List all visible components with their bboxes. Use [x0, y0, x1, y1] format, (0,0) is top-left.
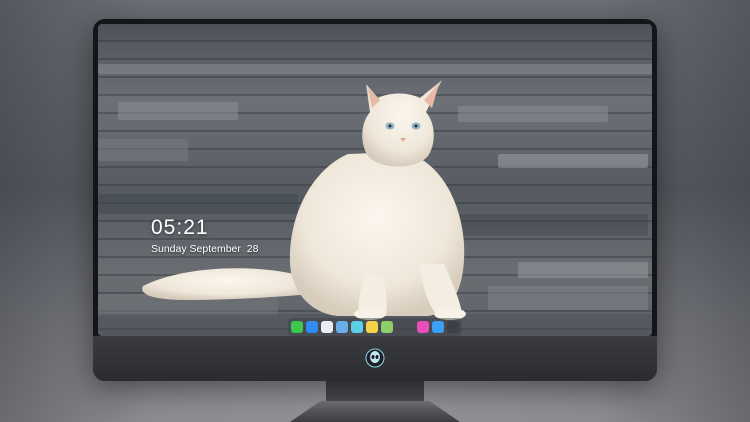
app-store-icon[interactable] — [432, 321, 444, 333]
music-icon[interactable] — [417, 321, 429, 333]
photos-icon[interactable] — [381, 321, 393, 333]
monitor: 05:21 Sunday September 28 — [93, 19, 657, 381]
clapper-icon[interactable] — [351, 321, 363, 333]
dock — [288, 318, 462, 336]
lock-screen-time: 05:21 — [151, 216, 209, 239]
monitor-chin — [93, 336, 657, 381]
alien-logo-icon — [365, 348, 385, 368]
finder-icon[interactable] — [306, 321, 318, 333]
desktop-screen: 05:21 Sunday September 28 — [98, 24, 652, 336]
white-cat-icon — [142, 80, 466, 320]
notes-icon[interactable] — [366, 321, 378, 333]
monitor-stand-neck — [326, 381, 424, 403]
preview-icon[interactable] — [336, 321, 348, 333]
safari-compass-icon[interactable] — [321, 321, 333, 333]
lock-screen-date: Sunday September 28 — [151, 243, 259, 255]
camera-icon[interactable] — [447, 321, 459, 333]
messages-icon[interactable] — [291, 321, 303, 333]
